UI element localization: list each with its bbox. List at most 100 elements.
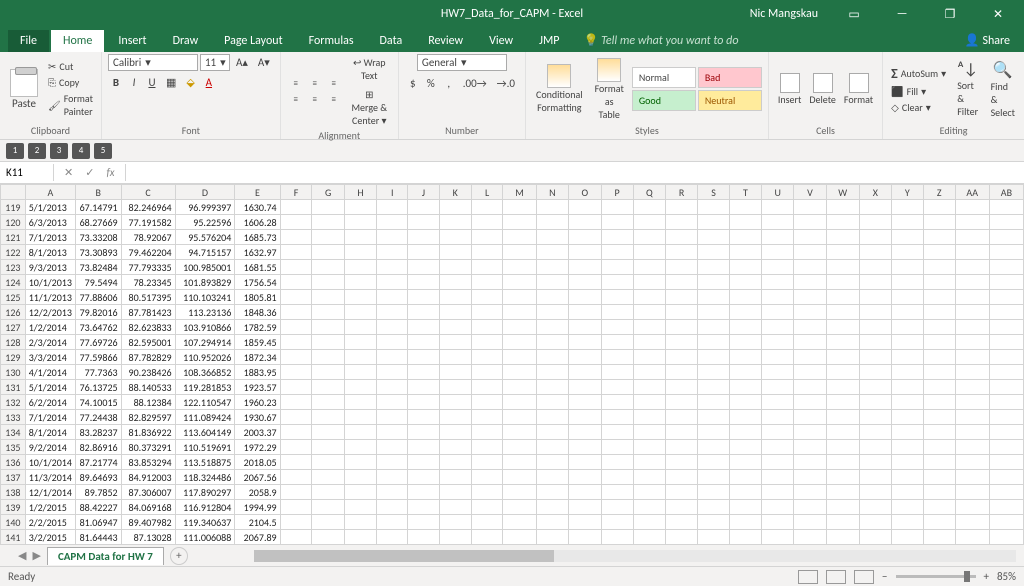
cell[interactable] xyxy=(761,275,793,290)
cell[interactable] xyxy=(471,335,503,350)
format-as-table-button[interactable]: Format as Table xyxy=(591,56,628,123)
cell[interactable] xyxy=(955,440,989,455)
cell[interactable] xyxy=(633,470,666,485)
cell[interactable] xyxy=(826,320,859,335)
cell[interactable]: 9/2/2014 xyxy=(25,440,75,455)
cell[interactable] xyxy=(955,320,989,335)
cell[interactable] xyxy=(633,320,666,335)
cell[interactable]: 1960.23 xyxy=(235,395,280,410)
cell[interactable] xyxy=(312,305,344,320)
cell[interactable] xyxy=(955,230,989,245)
cell[interactable]: 2067.56 xyxy=(235,470,280,485)
cell[interactable] xyxy=(666,290,698,305)
cell[interactable] xyxy=(439,380,471,395)
inc-decimal-button[interactable]: .00→ xyxy=(459,75,491,92)
cell[interactable] xyxy=(955,455,989,470)
cell[interactable] xyxy=(859,455,891,470)
cell[interactable]: 96.999397 xyxy=(175,200,235,215)
cell[interactable]: 2104.5 xyxy=(235,515,280,530)
cell[interactable] xyxy=(503,440,536,455)
tab-home[interactable]: Home xyxy=(51,30,104,52)
cell[interactable] xyxy=(923,290,955,305)
tab-view[interactable]: View xyxy=(477,30,525,52)
close-icon[interactable]: ✕ xyxy=(980,0,1016,28)
cell[interactable] xyxy=(601,485,633,500)
cell[interactable]: 73.82484 xyxy=(75,260,121,275)
style-normal[interactable]: Normal xyxy=(632,67,696,88)
cell[interactable] xyxy=(794,455,826,470)
cell[interactable] xyxy=(761,320,793,335)
cell[interactable] xyxy=(761,440,793,455)
cell[interactable] xyxy=(312,260,344,275)
cell[interactable] xyxy=(601,275,633,290)
cell[interactable] xyxy=(536,530,568,545)
cell[interactable] xyxy=(826,515,859,530)
cell[interactable] xyxy=(312,395,344,410)
cell[interactable] xyxy=(859,335,891,350)
cell[interactable] xyxy=(439,395,471,410)
cell[interactable]: 8/1/2013 xyxy=(25,245,75,260)
cell[interactable]: 1756.54 xyxy=(235,275,280,290)
row-header[interactable]: 131 xyxy=(1,380,26,395)
increase-font-button[interactable]: A▴ xyxy=(232,54,252,71)
cell[interactable] xyxy=(377,440,408,455)
cell[interactable] xyxy=(698,500,730,515)
cell[interactable] xyxy=(698,320,730,335)
cell[interactable]: 87.21774 xyxy=(75,455,121,470)
cell[interactable] xyxy=(794,395,826,410)
cell[interactable] xyxy=(377,380,408,395)
cell[interactable]: 80.517395 xyxy=(121,290,175,305)
cell[interactable] xyxy=(698,440,730,455)
cell[interactable] xyxy=(955,395,989,410)
cell[interactable]: 11/1/2013 xyxy=(25,290,75,305)
font-name-combo[interactable]: Calibri▾ xyxy=(108,54,198,71)
cell[interactable] xyxy=(569,410,602,425)
cell[interactable] xyxy=(536,425,568,440)
ribbon-options-icon[interactable]: ▭ xyxy=(836,0,872,28)
cell[interactable]: 4/1/2014 xyxy=(25,365,75,380)
cell[interactable] xyxy=(826,260,859,275)
cell[interactable] xyxy=(536,455,568,470)
cell[interactable]: 2058.9 xyxy=(235,485,280,500)
cell[interactable] xyxy=(471,230,503,245)
cell[interactable] xyxy=(761,515,793,530)
row-header[interactable]: 140 xyxy=(1,515,26,530)
tab-file[interactable]: File xyxy=(8,30,49,52)
cell[interactable]: 82.623833 xyxy=(121,320,175,335)
cell[interactable] xyxy=(344,470,376,485)
cell[interactable] xyxy=(666,410,698,425)
cell[interactable] xyxy=(439,245,471,260)
cell[interactable] xyxy=(312,290,344,305)
cell[interactable] xyxy=(536,350,568,365)
cell[interactable] xyxy=(923,260,955,275)
cell[interactable]: 107.294914 xyxy=(175,335,235,350)
cell[interactable] xyxy=(280,320,312,335)
cell[interactable] xyxy=(471,365,503,380)
cell[interactable] xyxy=(794,365,826,380)
cell[interactable] xyxy=(794,425,826,440)
cell[interactable] xyxy=(601,230,633,245)
cell[interactable] xyxy=(826,470,859,485)
cell[interactable]: 1859.45 xyxy=(235,335,280,350)
col-header[interactable]: Z xyxy=(923,185,955,200)
view-break-button[interactable] xyxy=(854,570,874,584)
cell[interactable]: 1805.81 xyxy=(235,290,280,305)
cell[interactable] xyxy=(377,470,408,485)
cell[interactable] xyxy=(503,395,536,410)
cell[interactable] xyxy=(730,395,762,410)
cell[interactable] xyxy=(989,335,1023,350)
cell[interactable] xyxy=(923,305,955,320)
cell[interactable] xyxy=(601,500,633,515)
cell[interactable] xyxy=(891,365,923,380)
cell[interactable] xyxy=(666,260,698,275)
cell[interactable] xyxy=(471,470,503,485)
cell[interactable] xyxy=(989,455,1023,470)
cell[interactable]: 113.604149 xyxy=(175,425,235,440)
cell[interactable]: 1/2/2015 xyxy=(25,500,75,515)
cell[interactable] xyxy=(761,365,793,380)
cell[interactable] xyxy=(280,470,312,485)
cell[interactable] xyxy=(344,365,376,380)
cell[interactable] xyxy=(377,530,408,545)
cell[interactable] xyxy=(471,260,503,275)
cell[interactable] xyxy=(471,380,503,395)
